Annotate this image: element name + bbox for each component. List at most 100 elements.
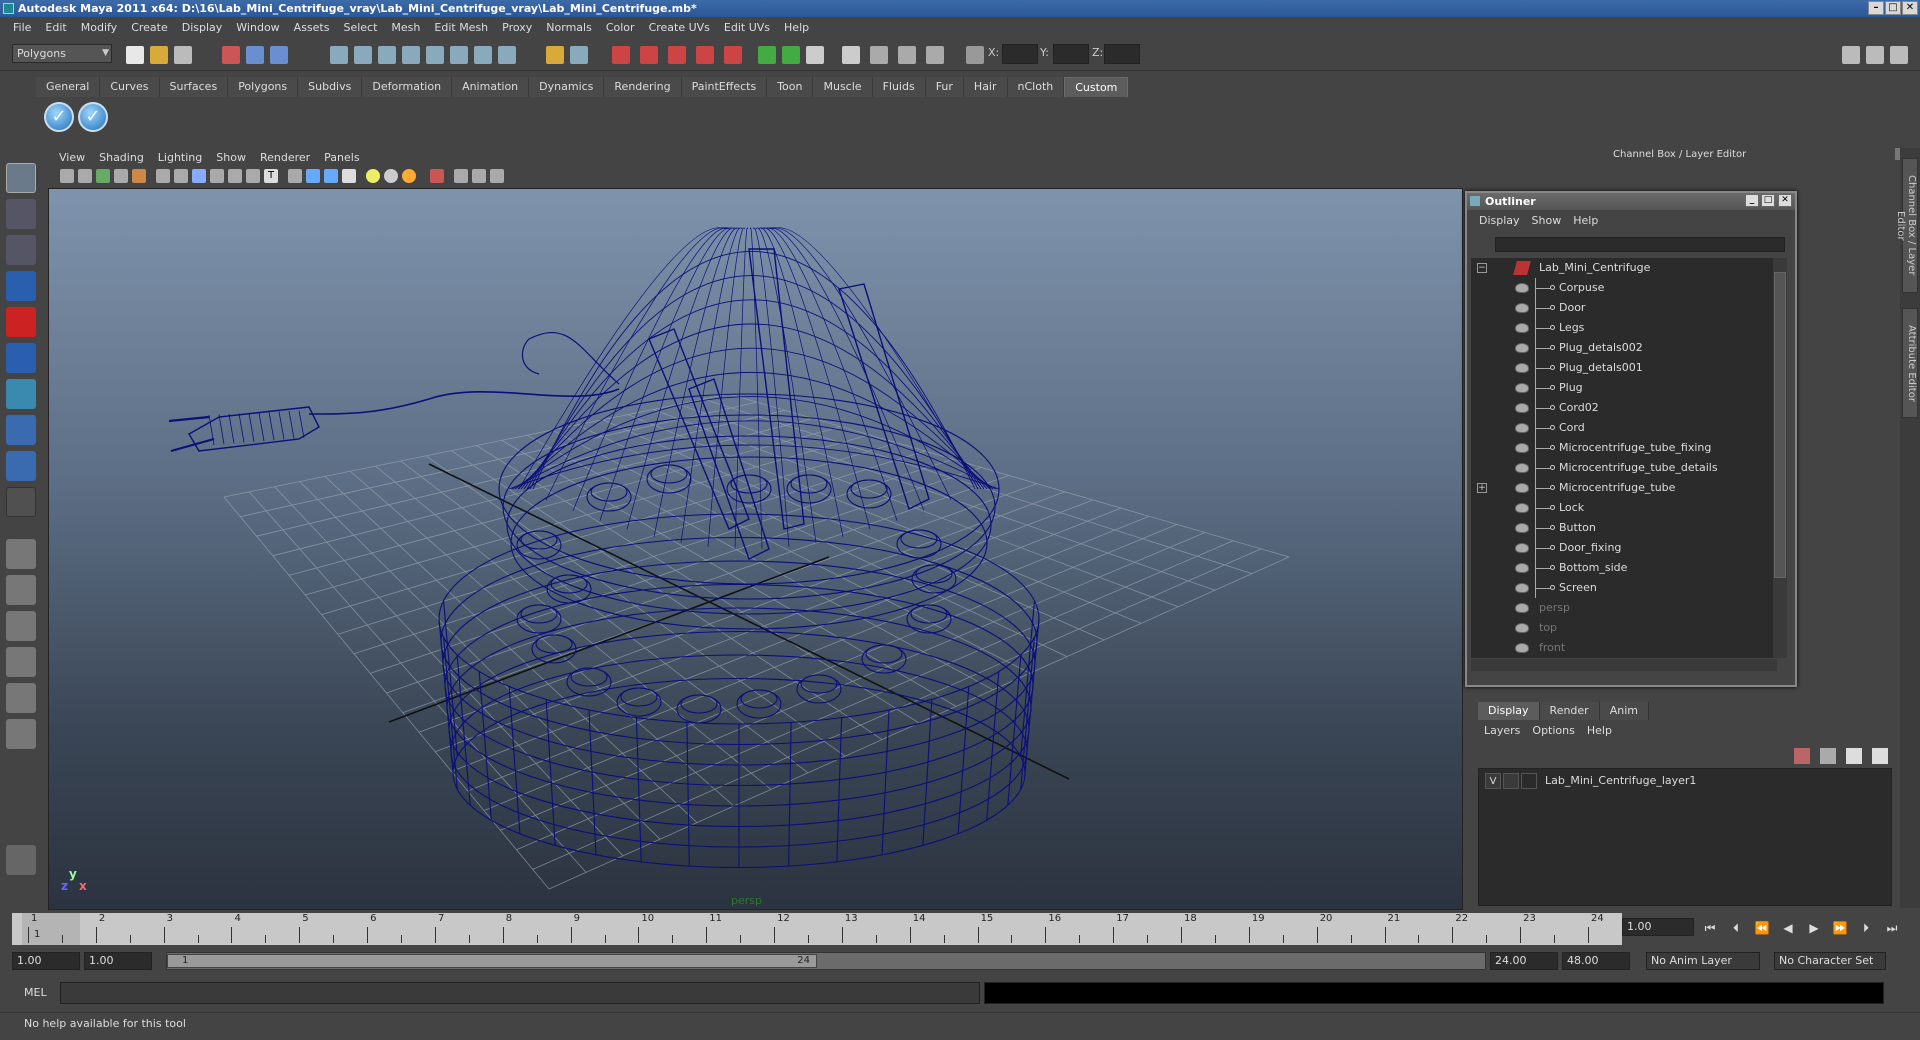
outliner-menu-display[interactable]: Display <box>1473 214 1526 227</box>
four-pane-layout-icon[interactable] <box>6 575 36 605</box>
perspective-viewport[interactable]: y z x persp <box>48 188 1463 910</box>
shelf-tab-painteffects[interactable]: PaintEffects <box>681 77 768 97</box>
outliner-item[interactable]: Plug <box>1471 378 1777 398</box>
layer-visibility-toggle[interactable]: V <box>1485 773 1501 789</box>
viewport-menu-shading[interactable]: Shading <box>92 151 151 164</box>
range-slider[interactable]: 1 24 <box>166 952 1486 970</box>
magnet-icon[interactable] <box>474 46 492 64</box>
outliner-item[interactable]: Button <box>1471 518 1777 538</box>
new-layer-selected-icon[interactable] <box>1872 748 1888 764</box>
default-light-icon[interactable] <box>366 169 380 183</box>
layer-type-toggle[interactable] <box>1503 773 1519 789</box>
shadows-icon[interactable] <box>402 169 416 183</box>
high-quality-icon[interactable] <box>490 169 504 183</box>
shelf-tab-animation[interactable]: Animation <box>452 77 530 97</box>
menu-window[interactable]: Window <box>229 21 286 34</box>
go-to-end-icon[interactable]: ⏭ <box>1884 920 1900 936</box>
step-forward-key-icon[interactable]: ⏩ <box>1832 920 1848 936</box>
viewport-menu-show[interactable]: Show <box>209 151 253 164</box>
attribute-editor-side-tab[interactable]: Attribute Editor <box>1902 308 1918 418</box>
layer-menu-help[interactable]: Help <box>1581 722 1618 740</box>
shelf-tab-fluids[interactable]: Fluids <box>872 77 926 97</box>
snap-surface-icon[interactable] <box>426 46 444 64</box>
time-slider[interactable]: 1 1 2 3 4 5 6 7 8 9 10 11 12 13 14 15 16 17 18 19 20 21 22 23 2… <box>12 913 1622 945</box>
grid-toggle-icon[interactable] <box>132 169 146 183</box>
menu-create[interactable]: Create <box>124 21 175 34</box>
outliner-item[interactable]: Plug_detals001 <box>1471 358 1777 378</box>
shelf-tab-dynamics[interactable]: Dynamics <box>529 77 605 97</box>
shelf-tab-polygons[interactable]: Polygons <box>228 77 299 97</box>
outliner-persp-layout-icon[interactable] <box>6 611 36 641</box>
clipboard-icon[interactable] <box>806 46 824 64</box>
outliner-vertical-scrollbar[interactable] <box>1773 258 1787 658</box>
textured-icon[interactable] <box>342 169 356 183</box>
xray-joints-icon[interactable] <box>472 169 486 183</box>
layer-color-swatch[interactable] <box>1521 773 1537 789</box>
outliner-item[interactable]: + Microcentrifuge_tube <box>1471 478 1777 498</box>
shelf-tab-fur[interactable]: Fur <box>925 77 964 97</box>
help-icon[interactable] <box>498 46 516 64</box>
z-field[interactable] <box>1104 44 1140 64</box>
shelf-tab-ncloth[interactable]: nCloth <box>1007 77 1065 97</box>
single-pane-layout-icon[interactable] <box>6 539 36 569</box>
outliner-item[interactable]: Cord02 <box>1471 398 1777 418</box>
viewport-menu-panels[interactable]: Panels <box>317 151 366 164</box>
shelf-tab-deformation[interactable]: Deformation <box>362 77 453 97</box>
menu-color[interactable]: Color <box>599 21 642 34</box>
menu-assets[interactable]: Assets <box>287 21 337 34</box>
safe-title-icon[interactable] <box>246 169 260 183</box>
playback-end-field[interactable]: 24.00 <box>1490 952 1558 970</box>
toggle-tool-settings-icon[interactable] <box>1866 46 1884 64</box>
wireframe-on-shaded-icon[interactable] <box>324 169 338 183</box>
select-hierarchy-icon[interactable] <box>222 46 240 64</box>
viewport-menu-view[interactable]: View <box>52 151 92 164</box>
film-gate-icon[interactable] <box>156 169 170 183</box>
transform-input-icon[interactable] <box>966 46 984 64</box>
shelf-tab-subdivs[interactable]: Subdivs <box>298 77 363 97</box>
snap-plane-icon[interactable] <box>402 46 420 64</box>
y-field[interactable] <box>1053 44 1089 64</box>
gate-mask-icon[interactable] <box>192 169 206 183</box>
layer-tab-display[interactable]: Display <box>1478 702 1540 720</box>
last-tool-icon[interactable] <box>6 487 36 517</box>
anim-layer-dropdown[interactable]: No Anim Layer <box>1646 952 1760 970</box>
collapse-icon[interactable]: − <box>1477 263 1487 273</box>
expand-icon[interactable]: + <box>1477 483 1487 493</box>
shelf-tab-curves[interactable]: Curves <box>100 77 160 97</box>
layer-tab-anim[interactable]: Anim <box>1599 702 1649 720</box>
outliner-item[interactable]: Microcentrifuge_tube_fixing <box>1471 438 1777 458</box>
outliner-item[interactable]: Microcentrifuge_tube_details <box>1471 458 1777 478</box>
manipulator-tool-icon[interactable] <box>6 379 36 409</box>
hypershade-persp-layout-icon[interactable] <box>6 683 36 713</box>
menu-mesh[interactable]: Mesh <box>384 21 427 34</box>
layer-row[interactable]: V Lab_Mini_Centrifuge_layer1 <box>1483 773 1887 789</box>
snap-curve-icon[interactable] <box>354 46 372 64</box>
image-plane-icon[interactable] <box>114 169 128 183</box>
outliner-item[interactable]: Door_fixing <box>1471 538 1777 558</box>
animation-end-field[interactable]: 48.00 <box>1562 952 1630 970</box>
viewport-menu-lighting[interactable]: Lighting <box>151 151 209 164</box>
ipr-render-icon[interactable] <box>640 46 658 64</box>
shelf-tab-toon[interactable]: Toon <box>767 77 814 97</box>
step-forward-frame-icon[interactable]: ⏵ <box>1858 920 1874 936</box>
close-icon[interactable]: ✕ <box>1778 194 1792 207</box>
outliner-item[interactable]: Door <box>1471 298 1777 318</box>
lasso-tool-icon[interactable] <box>6 199 36 229</box>
shelf-tab-muscle[interactable]: Muscle <box>813 77 873 97</box>
play-forwards-icon[interactable]: ▶ <box>1806 920 1822 936</box>
snap-grid-icon[interactable] <box>330 46 348 64</box>
render-settings-icon[interactable] <box>668 46 686 64</box>
move-layer-up-icon[interactable] <box>1794 748 1810 764</box>
outliner-item[interactable]: Cord <box>1471 418 1777 438</box>
persp-graph-layout-icon[interactable] <box>6 647 36 677</box>
bookmark-icon[interactable] <box>96 169 110 183</box>
menu-display[interactable]: Display <box>175 21 230 34</box>
select-object-icon[interactable] <box>246 46 264 64</box>
script-editor-icon[interactable] <box>870 46 888 64</box>
persp-graph-hypershade-layout-icon[interactable] <box>6 719 36 749</box>
outliner-horizontal-scrollbar[interactable] <box>1471 659 1777 671</box>
select-component-icon[interactable] <box>270 46 288 64</box>
outliner-titlebar[interactable]: Outliner _ □ ✕ <box>1467 193 1795 210</box>
menuset-dropdown[interactable]: Polygons ▼ <box>12 44 112 63</box>
camera-select-icon[interactable] <box>60 169 74 183</box>
